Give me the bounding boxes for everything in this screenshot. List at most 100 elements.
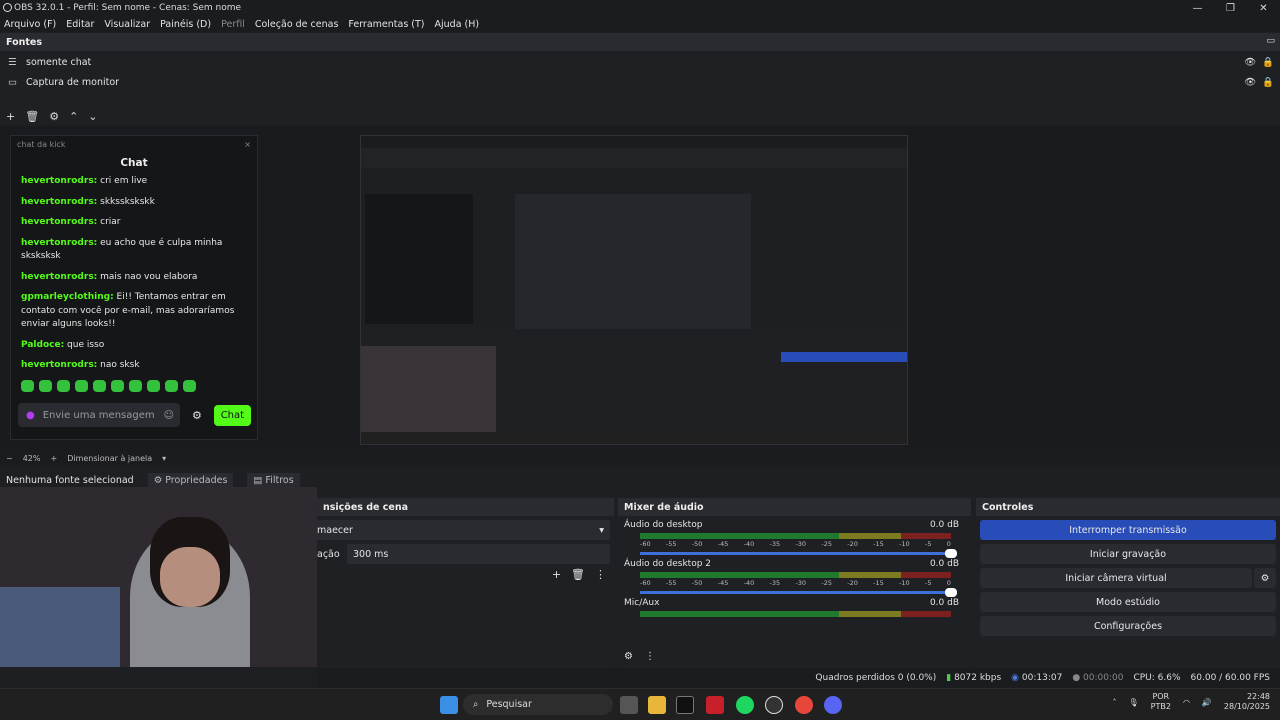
task-view-icon[interactable]: [620, 696, 638, 714]
filters-button[interactable]: ▤ Filtros: [247, 472, 300, 488]
controls-dock: Controles Interromper transmissão Inicia…: [976, 498, 1280, 668]
minimize-button[interactable]: —: [1181, 0, 1214, 16]
emote-bar[interactable]: [11, 379, 257, 392]
controls-title: Controles: [976, 498, 1280, 516]
chat-message: hevertonrodrs: cri em live: [21, 176, 148, 186]
windows-start-icon[interactable]: [440, 696, 458, 714]
preview-status-row: − 42% + Dimensionar à janela ▾: [0, 451, 1280, 465]
down-icon[interactable]: ⌄: [88, 110, 97, 123]
chat-input[interactable]: ● Envie uma mensagem ☺: [18, 403, 180, 427]
chat-message: hevertonrodrs: skksskskskk: [21, 196, 155, 207]
menu-ajuda[interactable]: Ajuda (H): [435, 19, 480, 30]
spotify-icon[interactable]: [736, 696, 754, 714]
window-title: OBS 32.0.1 - Perfil: Sem nome - Cenas: S…: [14, 3, 242, 13]
menu-bar: Arquivo (F) Editar Visualizar Painéis (D…: [0, 16, 1280, 32]
volume-icon[interactable]: 🔊: [1202, 698, 1212, 707]
eye-icon[interactable]: 👁: [1244, 77, 1256, 88]
gear-icon[interactable]: ⚙: [49, 110, 59, 123]
zoom-level: 42%: [22, 453, 41, 463]
wifi-icon[interactable]: ◠: [1183, 698, 1190, 707]
menu-colecao[interactable]: Coleção de cenas: [255, 19, 339, 30]
properties-button[interactable]: ⚙ Propriedades: [147, 472, 234, 488]
zoom-plus[interactable]: +: [50, 454, 57, 463]
transition-select[interactable]: maecer ▾: [317, 520, 610, 540]
up-icon[interactable]: ⌃: [69, 110, 78, 123]
menu-arquivo[interactable]: Arquivo (F): [4, 19, 56, 30]
dropped-frames: Quadros perdidos 0 (0.0%): [815, 673, 937, 683]
add-icon[interactable]: +: [6, 110, 15, 123]
virtual-cam-button[interactable]: Iniciar câmera virtual: [980, 568, 1252, 588]
source-item[interactable]: ▭ Captura de monitor 👁 🔒: [0, 72, 1280, 92]
eye-icon[interactable]: 👁: [1244, 57, 1256, 68]
language-indicator[interactable]: POR PTB2: [1151, 692, 1171, 712]
volume-slider[interactable]: [640, 549, 957, 558]
title-bar: OBS 32.0.1 - Perfil: Sem nome - Cenas: S…: [0, 0, 1280, 16]
trash-icon[interactable]: 🗑: [571, 568, 585, 581]
close-button[interactable]: ✕: [1247, 0, 1280, 16]
mixer-channel: Mic/Aux 0.0 dB: [618, 598, 971, 617]
search-icon: ⌕: [473, 699, 479, 710]
mixer-settings-icon[interactable]: ⚙: [624, 651, 633, 662]
chat-title: Chat: [120, 157, 148, 169]
obs-icon[interactable]: [765, 696, 783, 714]
gear-icon[interactable]: ⚙: [1254, 568, 1276, 588]
maximize-button[interactable]: ❐: [1214, 0, 1247, 16]
duration-input[interactable]: 300 ms: [347, 544, 610, 564]
add-icon[interactable]: +: [552, 568, 561, 581]
stop-stream-button[interactable]: Interromper transmissão: [980, 520, 1276, 540]
source-item[interactable]: ☰ somente chat 👁 🔒: [0, 52, 1280, 72]
settings-button[interactable]: Configurações: [980, 616, 1276, 636]
menu-perfil[interactable]: Perfil: [221, 19, 245, 30]
mic-icon: ●: [26, 409, 35, 421]
sources-title: Fontes: [0, 33, 1280, 51]
app-icon[interactable]: [706, 696, 724, 714]
menu-visualizar[interactable]: Visualizar: [104, 19, 150, 30]
zoom-minus[interactable]: −: [6, 454, 13, 463]
chat-message: hevertonrodrs: mais nao vou elabora: [21, 271, 198, 282]
taskbar: [0, 688, 1280, 720]
studio-mode-button[interactable]: Modo estúdio: [980, 592, 1276, 612]
lock-icon[interactable]: 🔒: [1262, 77, 1274, 88]
chat-header: chat da kick: [17, 139, 66, 149]
chat-send-button[interactable]: Chat: [213, 404, 251, 426]
trash-icon[interactable]: 🗑: [25, 110, 39, 123]
sources-toolbar: + 🗑 ⚙ ⌃ ⌄: [0, 108, 200, 124]
obs-logo-icon: [3, 3, 12, 12]
capcut-icon[interactable]: [676, 696, 694, 714]
scale-mode[interactable]: Dimensionar à janela: [67, 454, 152, 463]
menu-paineis[interactable]: Painéis (D): [160, 19, 211, 30]
emoji-icon[interactable]: ☺: [164, 410, 174, 421]
system-tray: ˄ 🎙 POR PTB2 ◠ 🔊 22:48 28/10/2025: [1112, 692, 1270, 712]
close-icon[interactable]: ×: [244, 140, 251, 149]
lock-icon[interactable]: 🔒: [1262, 57, 1274, 68]
list-icon: ☰: [8, 56, 17, 68]
chat-panel: chat da kick × Chat hevertonrodrs: cri em…: [10, 135, 258, 440]
duration-label: ação: [317, 548, 340, 560]
file-explorer-icon[interactable]: [648, 696, 666, 714]
more-icon[interactable]: ⋮: [645, 651, 655, 662]
chat-message: hevertonrodrs: criar: [21, 217, 121, 227]
chat-message: hevertonrodrs: nao sksk: [21, 360, 140, 370]
webcam-overlay: [0, 487, 317, 667]
chevron-down-icon[interactable]: ▾: [162, 454, 166, 463]
clock[interactable]: 22:48 28/10/2025: [1224, 692, 1270, 712]
volume-slider[interactable]: [640, 588, 957, 597]
undock-icon[interactable]: ▭: [1266, 36, 1275, 46]
mixer-title: Mixer de áudio: [618, 498, 971, 516]
no-source-label: Nenhuma fonte selecionad: [6, 474, 134, 486]
chat-message: hevertonrodrs: eu acho que é culpa minha…: [21, 237, 223, 262]
menu-ferramentas[interactable]: Ferramentas (T): [348, 19, 424, 30]
menu-editar[interactable]: Editar: [66, 19, 94, 30]
start-record-button[interactable]: Iniciar gravação: [980, 544, 1276, 564]
chevron-up-icon[interactable]: ˄: [1112, 698, 1116, 707]
chat-settings-icon[interactable]: ⚙: [192, 409, 202, 422]
transitions-title: nsições de cena: [317, 498, 614, 516]
more-icon[interactable]: ⋮: [595, 568, 606, 581]
transitions-dock: nsições de cena maecer ▾ ação 300 ms + 🗑…: [317, 498, 614, 668]
mic-icon[interactable]: 🎙: [1128, 698, 1138, 707]
chrome-icon[interactable]: [795, 696, 813, 714]
taskbar-search[interactable]: ⌕ Pesquisar: [463, 694, 613, 715]
record-time: ● 00:00:00: [1072, 673, 1124, 683]
discord-icon[interactable]: [824, 696, 842, 714]
status-bar: Quadros perdidos 0 (0.0%) ▮ 8072 kbps ◉ …: [317, 668, 1280, 688]
